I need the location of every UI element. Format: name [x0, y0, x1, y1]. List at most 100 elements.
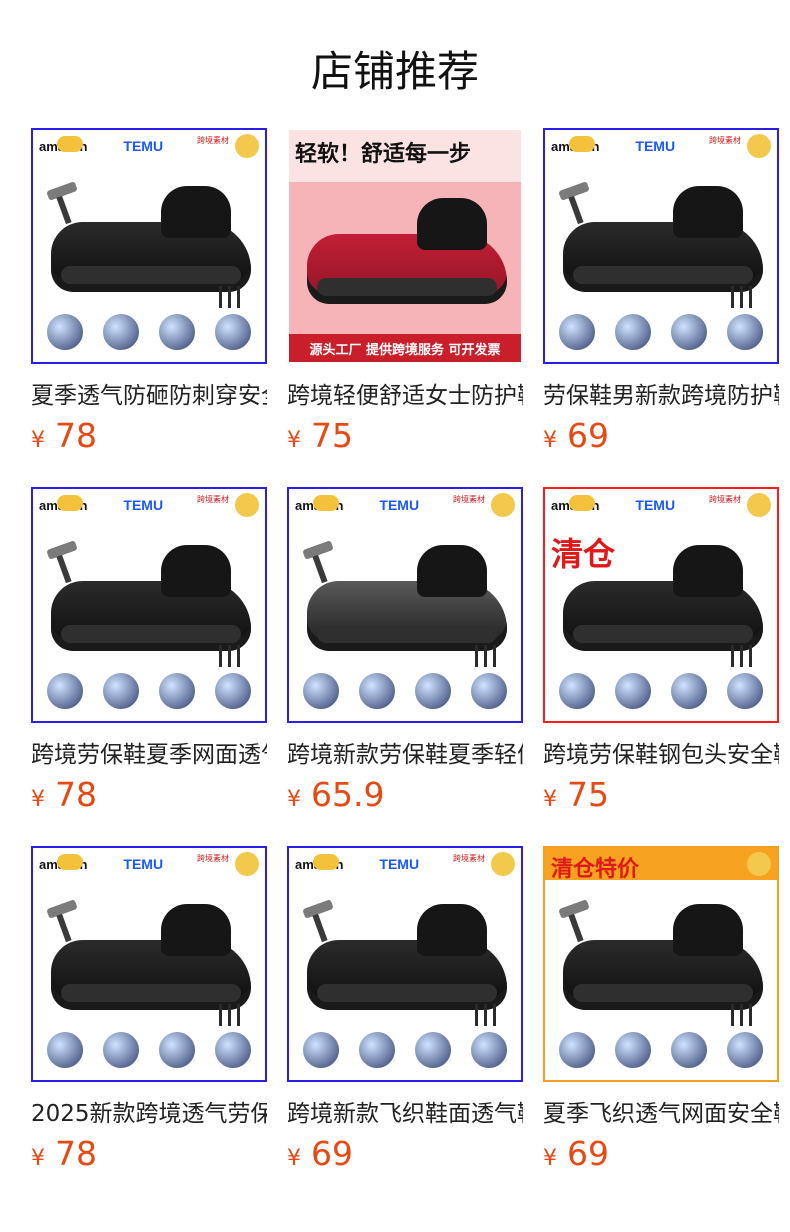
- feature-icon: [669, 671, 709, 711]
- product-image[interactable]: amazon TEMU 跨境素材: [543, 128, 779, 364]
- temu-logo: TEMU: [635, 497, 676, 513]
- temu-logo: TEMU: [123, 856, 164, 872]
- product-name[interactable]: 跨境新款飞织鞋面透气鞋: [287, 1094, 523, 1128]
- banner-tiny-text: 跨境素材: [453, 854, 485, 863]
- product-card[interactable]: amazon TEMU 跨境素材 清仓 跨境劳保鞋钢包头安全鞋 ¥ 75: [543, 487, 779, 814]
- product-card[interactable]: 清仓特价 夏季飞织透气网面安全鞋 ¥ 69: [543, 846, 779, 1173]
- product-card[interactable]: amazon TEMU 跨境素材 跨境新款劳保鞋夏季轻便鞋 ¥ 65.9: [287, 487, 523, 814]
- feature-icon: [613, 312, 653, 352]
- product-image[interactable]: amazon TEMU 跨境素材: [31, 487, 267, 723]
- product-price: ¥ 75: [287, 416, 523, 455]
- product-price: ¥ 65.9: [287, 775, 523, 814]
- marketplace-banner: amazon TEMU 跨境素材: [545, 130, 777, 162]
- shoe-illustration: [51, 904, 251, 1010]
- product-name[interactable]: 2025新款跨境透气劳保鞋: [31, 1094, 267, 1128]
- price-value: 75: [567, 775, 609, 814]
- feature-icon: [157, 1030, 197, 1070]
- product-image[interactable]: amazon TEMU 跨境素材: [287, 487, 523, 723]
- feature-icon: [557, 671, 597, 711]
- banner-tiny-text: 跨境素材: [197, 854, 229, 863]
- shoe-illustration: [307, 545, 507, 651]
- feature-circles: [557, 1030, 765, 1070]
- marketplace-banner: amazon TEMU 跨境素材: [289, 489, 521, 521]
- shoe-illustration: [51, 545, 251, 651]
- nails-icon: [213, 643, 247, 667]
- badge-icon: [747, 134, 771, 158]
- feature-circles: [301, 1030, 509, 1070]
- feature-icon: [725, 1030, 765, 1070]
- nails-icon: [469, 1002, 503, 1026]
- product-card[interactable]: amazon TEMU 跨境素材 跨境新款飞织鞋面透气鞋 ¥ 69: [287, 846, 523, 1173]
- temu-logo: TEMU: [379, 497, 420, 513]
- temu-logo: TEMU: [379, 856, 420, 872]
- hammer-icon: [41, 182, 85, 226]
- hammer-icon: [41, 541, 85, 585]
- shoe-illustration: [307, 904, 507, 1010]
- price-value: 78: [55, 416, 97, 455]
- currency-symbol: ¥: [543, 1146, 557, 1171]
- product-image[interactable]: 清仓特价: [543, 846, 779, 1082]
- shoe-illustration: [307, 198, 507, 304]
- product-image[interactable]: amazon TEMU 跨境素材: [31, 128, 267, 364]
- feature-icon: [301, 1030, 341, 1070]
- product-name[interactable]: 跨境新款劳保鞋夏季轻便鞋: [287, 735, 523, 769]
- feature-icon: [413, 671, 453, 711]
- product-image[interactable]: 轻软！舒适每一步 源头工厂 提供跨境服务 可开发票: [287, 128, 523, 364]
- price-value: 69: [567, 416, 609, 455]
- nails-icon: [213, 284, 247, 308]
- product-name[interactable]: 跨境轻便舒适女士防护鞋: [287, 376, 523, 410]
- price-value: 69: [567, 1134, 609, 1173]
- handshake-icon: [57, 495, 83, 511]
- badge-icon: [235, 493, 259, 517]
- badge-icon: [491, 852, 515, 876]
- marketplace-banner: amazon TEMU 跨境素材: [33, 848, 265, 880]
- feature-icon: [413, 1030, 453, 1070]
- feature-icon: [213, 671, 253, 711]
- product-card[interactable]: amazon TEMU 跨境素材 2025新款跨境透气劳保鞋 ¥ 78: [31, 846, 267, 1173]
- feature-icon: [725, 312, 765, 352]
- handshake-icon: [313, 495, 339, 511]
- feature-circles: [557, 671, 765, 711]
- banner-tiny-text: 跨境素材: [197, 136, 229, 145]
- nails-icon: [725, 284, 759, 308]
- product-card[interactable]: amazon TEMU 跨境素材 劳保鞋男新款跨境防护鞋 ¥ 69: [543, 128, 779, 455]
- page-title: 店铺推荐: [310, 47, 479, 96]
- feature-icon: [157, 312, 197, 352]
- feature-circles: [45, 1030, 253, 1070]
- product-price: ¥ 69: [543, 1134, 779, 1173]
- price-value: 78: [55, 775, 97, 814]
- product-name[interactable]: 跨境劳保鞋钢包头安全鞋: [543, 735, 779, 769]
- feature-icon: [301, 671, 341, 711]
- product-image[interactable]: amazon TEMU 跨境素材: [31, 846, 267, 1082]
- feature-icon: [101, 671, 141, 711]
- feature-icon: [469, 671, 509, 711]
- product-name[interactable]: 劳保鞋男新款跨境防护鞋: [543, 376, 779, 410]
- currency-symbol: ¥: [31, 787, 45, 812]
- price-value: 75: [311, 416, 353, 455]
- nails-icon: [725, 643, 759, 667]
- product-card[interactable]: 轻软！舒适每一步 源头工厂 提供跨境服务 可开发票 跨境轻便舒适女士防护鞋 ¥ …: [287, 128, 523, 455]
- feature-icon: [613, 671, 653, 711]
- product-name[interactable]: 夏季透气防砸防刺穿安全鞋: [31, 376, 267, 410]
- nails-icon: [725, 1002, 759, 1026]
- shoe-illustration: [51, 186, 251, 292]
- feature-icon: [725, 671, 765, 711]
- product-image[interactable]: amazon TEMU 跨境素材 清仓: [543, 487, 779, 723]
- temu-logo: TEMU: [123, 497, 164, 513]
- badge-icon: [747, 493, 771, 517]
- product-card[interactable]: amazon TEMU 跨境素材 夏季透气防砸防刺穿安全鞋 ¥ 78: [31, 128, 267, 455]
- shoe-illustration: [563, 904, 763, 1010]
- product-card[interactable]: amazon TEMU 跨境素材 跨境劳保鞋夏季网面透气鞋 ¥ 78: [31, 487, 267, 814]
- banner-tiny-text: 跨境素材: [709, 136, 741, 145]
- banner-tiny-text: 跨境素材: [197, 495, 229, 504]
- feature-icon: [557, 312, 597, 352]
- badge-icon: [491, 493, 515, 517]
- product-grid: amazon TEMU 跨境素材 夏季透气防砸防刺穿安全鞋 ¥ 78: [31, 128, 779, 1173]
- product-image[interactable]: amazon TEMU 跨境素材: [287, 846, 523, 1082]
- currency-symbol: ¥: [543, 787, 557, 812]
- product-name[interactable]: 夏季飞织透气网面安全鞋: [543, 1094, 779, 1128]
- feature-icon: [557, 1030, 597, 1070]
- temu-logo: TEMU: [123, 138, 164, 154]
- product-name[interactable]: 跨境劳保鞋夏季网面透气鞋: [31, 735, 267, 769]
- feature-circles: [45, 312, 253, 352]
